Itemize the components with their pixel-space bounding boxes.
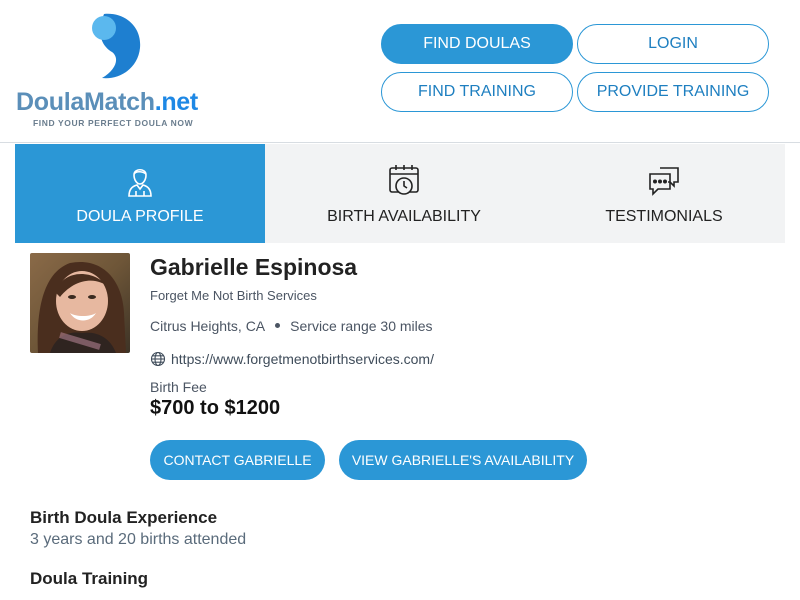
site-header: DoulaMatch.net FIND YOUR PERFECT DOULA N… xyxy=(0,0,800,143)
tab-testimonials[interactable]: TESTIMONIALS xyxy=(543,144,785,243)
service-range-text: Service range 30 miles xyxy=(290,318,433,334)
doula-name: Gabrielle Espinosa xyxy=(150,254,358,280)
calendar-clock-icon xyxy=(389,165,419,195)
globe-icon xyxy=(150,351,166,367)
website-link[interactable]: https://www.forgetmenotbirthservices.com… xyxy=(171,351,434,367)
login-button[interactable]: LOGIN xyxy=(577,24,769,64)
experience-heading: Birth Doula Experience xyxy=(30,508,218,527)
provide-training-button[interactable]: PROVIDE TRAINING xyxy=(577,72,769,112)
business-name: Forget Me Not Birth Services xyxy=(150,288,317,303)
tab-doula-profile[interactable]: DOULA PROFILE xyxy=(15,144,265,243)
tab-label: DOULA PROFILE xyxy=(76,208,204,225)
separator-dot xyxy=(275,322,281,328)
find-training-button[interactable]: FIND TRAINING xyxy=(381,72,573,112)
doula-person-icon xyxy=(128,168,152,197)
doula-profile-photo xyxy=(30,253,130,353)
website-row: https://www.forgetmenotbirthservices.com… xyxy=(150,351,434,367)
tab-label: BIRTH AVAILABILITY xyxy=(327,208,481,225)
training-heading: Doula Training xyxy=(30,569,149,588)
find-doulas-button[interactable]: FIND DOULAS xyxy=(381,24,573,64)
birth-fee-value: $700 to $1200 xyxy=(150,397,281,419)
tab-label: TESTIMONIALS xyxy=(605,208,723,225)
view-availability-button[interactable]: VIEW GABRIELLE'S AVAILABILITY xyxy=(339,440,587,480)
site-logo[interactable]: DoulaMatch.net FIND YOUR PERFECT DOULA N… xyxy=(16,10,226,132)
location-text: Citrus Heights, CA xyxy=(150,318,266,334)
experience-text: 3 years and 20 births attended xyxy=(30,531,247,548)
logo-mark-icon xyxy=(92,13,141,79)
tab-birth-availability[interactable]: BIRTH AVAILABILITY xyxy=(265,144,543,243)
location-row: Citrus Heights, CA Service range 30 mile… xyxy=(150,318,433,334)
profile-tabs: DOULA PROFILE BIRTH AVAILABILITY TESTIMO… xyxy=(15,144,785,243)
logo-tagline: FIND YOUR PERFECT DOULA NOW xyxy=(33,118,194,128)
contact-button[interactable]: CONTACT GABRIELLE xyxy=(150,440,325,480)
birth-fee-label: Birth Fee xyxy=(150,379,207,395)
logo-wordmark: DoulaMatch.net xyxy=(16,88,198,116)
chat-bubbles-icon xyxy=(649,167,679,196)
